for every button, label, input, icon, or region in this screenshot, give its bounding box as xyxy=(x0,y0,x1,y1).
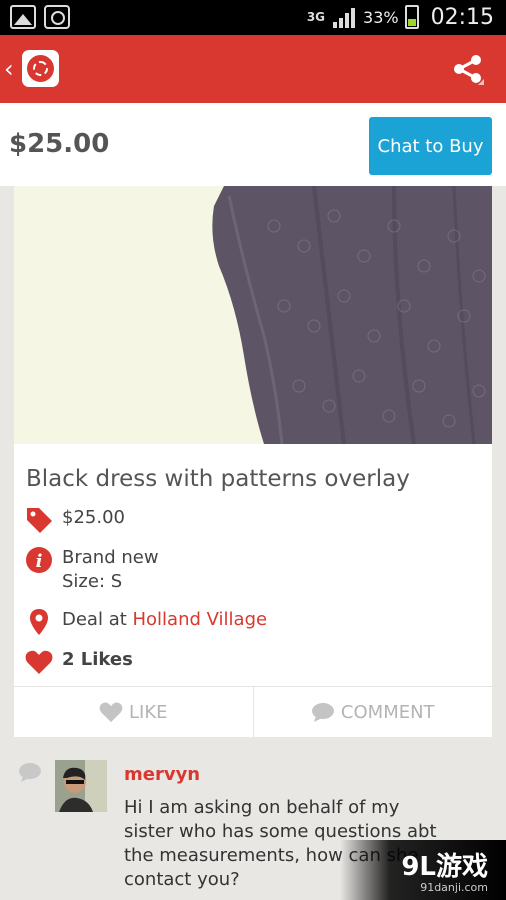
battery-icon xyxy=(404,5,419,29)
comment-button[interactable]: COMMENT xyxy=(252,687,493,737)
info-row: i Brand new Size: S xyxy=(24,546,159,594)
heart-outline-icon xyxy=(99,702,123,723)
likes-count[interactable]: 2 Likes xyxy=(62,648,133,672)
clock: 02:15 xyxy=(430,4,494,30)
price-label: $25.00 xyxy=(9,129,110,159)
deal-prefix: Deal at xyxy=(62,609,133,630)
gallery-notification-icon xyxy=(10,5,36,29)
listing-card: Black dress with patterns overlay $25.00… xyxy=(14,186,492,737)
condition-text: Brand new xyxy=(62,547,159,568)
battery-percent: 33% xyxy=(363,7,399,27)
comment-bubble-icon xyxy=(19,763,41,782)
svg-text:i: i xyxy=(36,551,43,572)
comment-label: COMMENT xyxy=(340,701,435,723)
product-title: Black dress with patterns overlay xyxy=(26,466,410,492)
watermark-url: 91danji.com xyxy=(420,881,488,894)
likes-row: 2 Likes xyxy=(24,648,133,676)
price-value: $25.00 xyxy=(62,507,125,528)
chevron-left-icon[interactable]: ‹ xyxy=(4,55,14,83)
app-logo-icon[interactable] xyxy=(22,50,59,87)
price-tag-icon xyxy=(24,506,54,534)
share-icon[interactable] xyxy=(450,51,486,87)
product-image[interactable] xyxy=(14,186,492,444)
camera-notification-icon xyxy=(44,5,70,29)
location-row: Deal at Holland Village xyxy=(24,608,267,636)
status-bar: 3G 33% 02:15 xyxy=(0,0,506,35)
signal-icon xyxy=(333,6,356,28)
info-icon: i xyxy=(24,546,54,574)
comment-bubble-icon xyxy=(311,703,334,722)
watermark-logo: 9L游戏 xyxy=(401,852,488,882)
comment-username[interactable]: mervyn xyxy=(124,764,200,785)
like-label: LIKE xyxy=(128,701,168,723)
size-text: Size: S xyxy=(62,571,123,592)
location-pin-icon xyxy=(24,608,54,636)
chat-to-buy-button[interactable]: Chat to Buy xyxy=(369,117,492,175)
avatar[interactable] xyxy=(55,760,107,812)
price-row: $25.00 xyxy=(24,506,125,534)
deal-location-link[interactable]: Holland Village xyxy=(133,609,268,630)
like-button[interactable]: LIKE xyxy=(14,687,253,737)
network-type: 3G xyxy=(306,9,326,24)
heart-icon xyxy=(24,648,54,676)
action-bar: LIKE COMMENT xyxy=(14,686,492,737)
price-bar: $25.00 Chat to Buy xyxy=(0,103,506,186)
app-bar: ‹ xyxy=(0,35,506,103)
watermark: 9L游戏 91danji.com xyxy=(340,840,506,900)
